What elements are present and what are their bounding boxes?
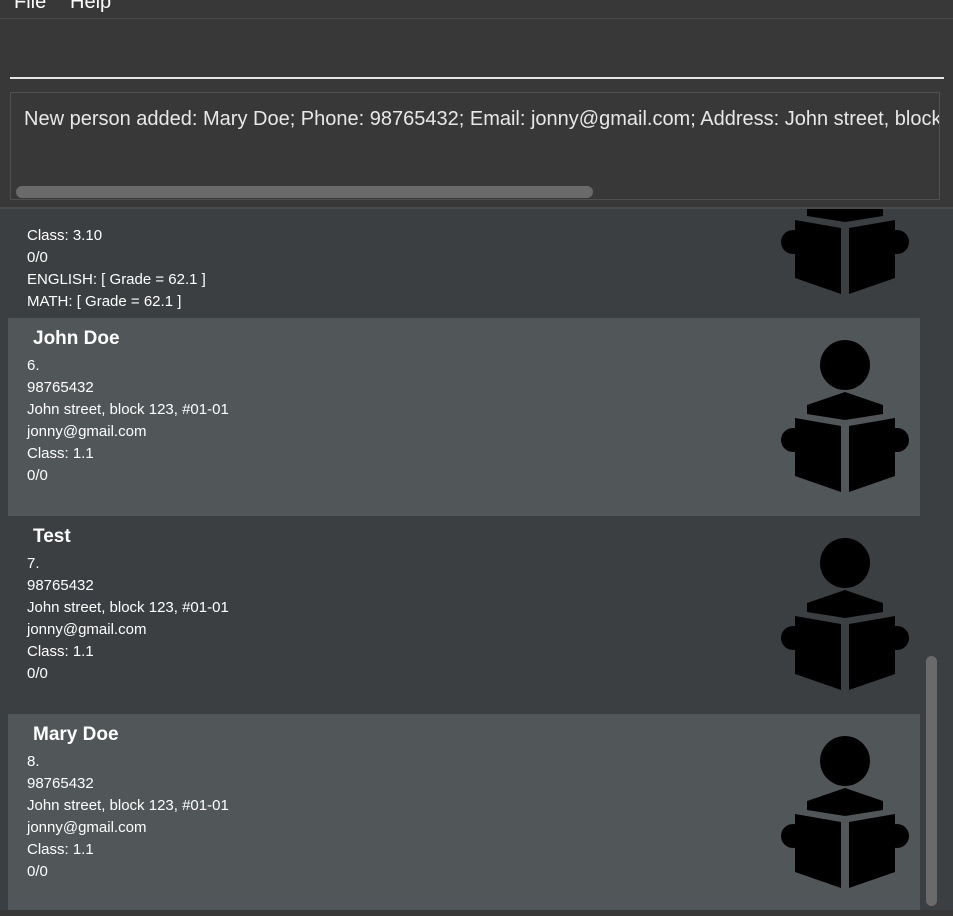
person-grade-math: MATH: [ Grade = 62.1 ] bbox=[27, 293, 182, 310]
person-phone: 98765432 bbox=[27, 379, 94, 396]
person-class: Class: 1.1 bbox=[27, 643, 94, 660]
menu-help[interactable]: Help bbox=[70, 0, 111, 14]
person-attendance: 0/0 bbox=[27, 665, 48, 682]
menu-file[interactable]: File bbox=[14, 0, 46, 14]
person-index: 7. bbox=[27, 555, 40, 572]
person-address: John street, block 123, #01-01 bbox=[27, 797, 229, 814]
person-index: 8. bbox=[27, 753, 40, 770]
person-card[interactable]: Class: 3.10 0/0 ENGLISH: [ Grade = 62.1 … bbox=[8, 209, 920, 318]
person-class: Class: 1.1 bbox=[27, 841, 94, 858]
person-name: Test bbox=[33, 526, 71, 547]
person-attendance: 0/0 bbox=[27, 249, 48, 266]
person-attendance: 0/0 bbox=[27, 467, 48, 484]
person-email: jonny@gmail.com bbox=[27, 621, 147, 638]
status-bar bbox=[0, 910, 953, 916]
result-display-panel: New person added: Mary Doe; Phone: 98765… bbox=[0, 87, 953, 209]
person-grade-english: ENGLISH: [ Grade = 62.1 ] bbox=[27, 271, 206, 288]
person-email: jonny@gmail.com bbox=[27, 819, 147, 836]
result-message: New person added: Mary Doe; Phone: 98765… bbox=[24, 108, 940, 130]
person-phone: 98765432 bbox=[27, 577, 94, 594]
student-reading-icon bbox=[781, 340, 909, 492]
person-card[interactable]: Test 7. 98765432 John street, block 123,… bbox=[8, 516, 920, 714]
person-address: John street, block 123, #01-01 bbox=[27, 599, 229, 616]
student-reading-icon bbox=[781, 209, 909, 294]
person-index: 6. bbox=[27, 357, 40, 374]
student-reading-icon bbox=[781, 538, 909, 690]
person-phone: 98765432 bbox=[27, 775, 94, 792]
person-card[interactable]: Mary Doe 8. 98765432 John street, block … bbox=[8, 714, 920, 912]
command-box bbox=[0, 19, 953, 87]
person-attendance: 0/0 bbox=[27, 863, 48, 880]
person-card[interactable]: John Doe 6. 98765432 John street, block … bbox=[8, 318, 920, 516]
person-name: John Doe bbox=[33, 328, 120, 349]
student-reading-icon bbox=[781, 736, 909, 888]
person-class: Class: 3.10 bbox=[27, 227, 103, 244]
result-horizontal-scrollbar[interactable] bbox=[16, 186, 593, 198]
person-address: John street, block 123, #01-01 bbox=[27, 401, 229, 418]
person-name: Mary Doe bbox=[33, 724, 119, 745]
person-list-scrollbar-thumb[interactable] bbox=[926, 656, 937, 906]
person-email: jonny@gmail.com bbox=[27, 423, 147, 440]
command-input[interactable] bbox=[10, 31, 944, 79]
result-display[interactable]: New person added: Mary Doe; Phone: 98765… bbox=[10, 92, 940, 200]
menu-bar: File Help bbox=[0, 0, 953, 19]
person-class: Class: 1.1 bbox=[27, 445, 94, 462]
person-list[interactable]: Class: 3.10 0/0 ENGLISH: [ Grade = 62.1 … bbox=[0, 209, 953, 916]
